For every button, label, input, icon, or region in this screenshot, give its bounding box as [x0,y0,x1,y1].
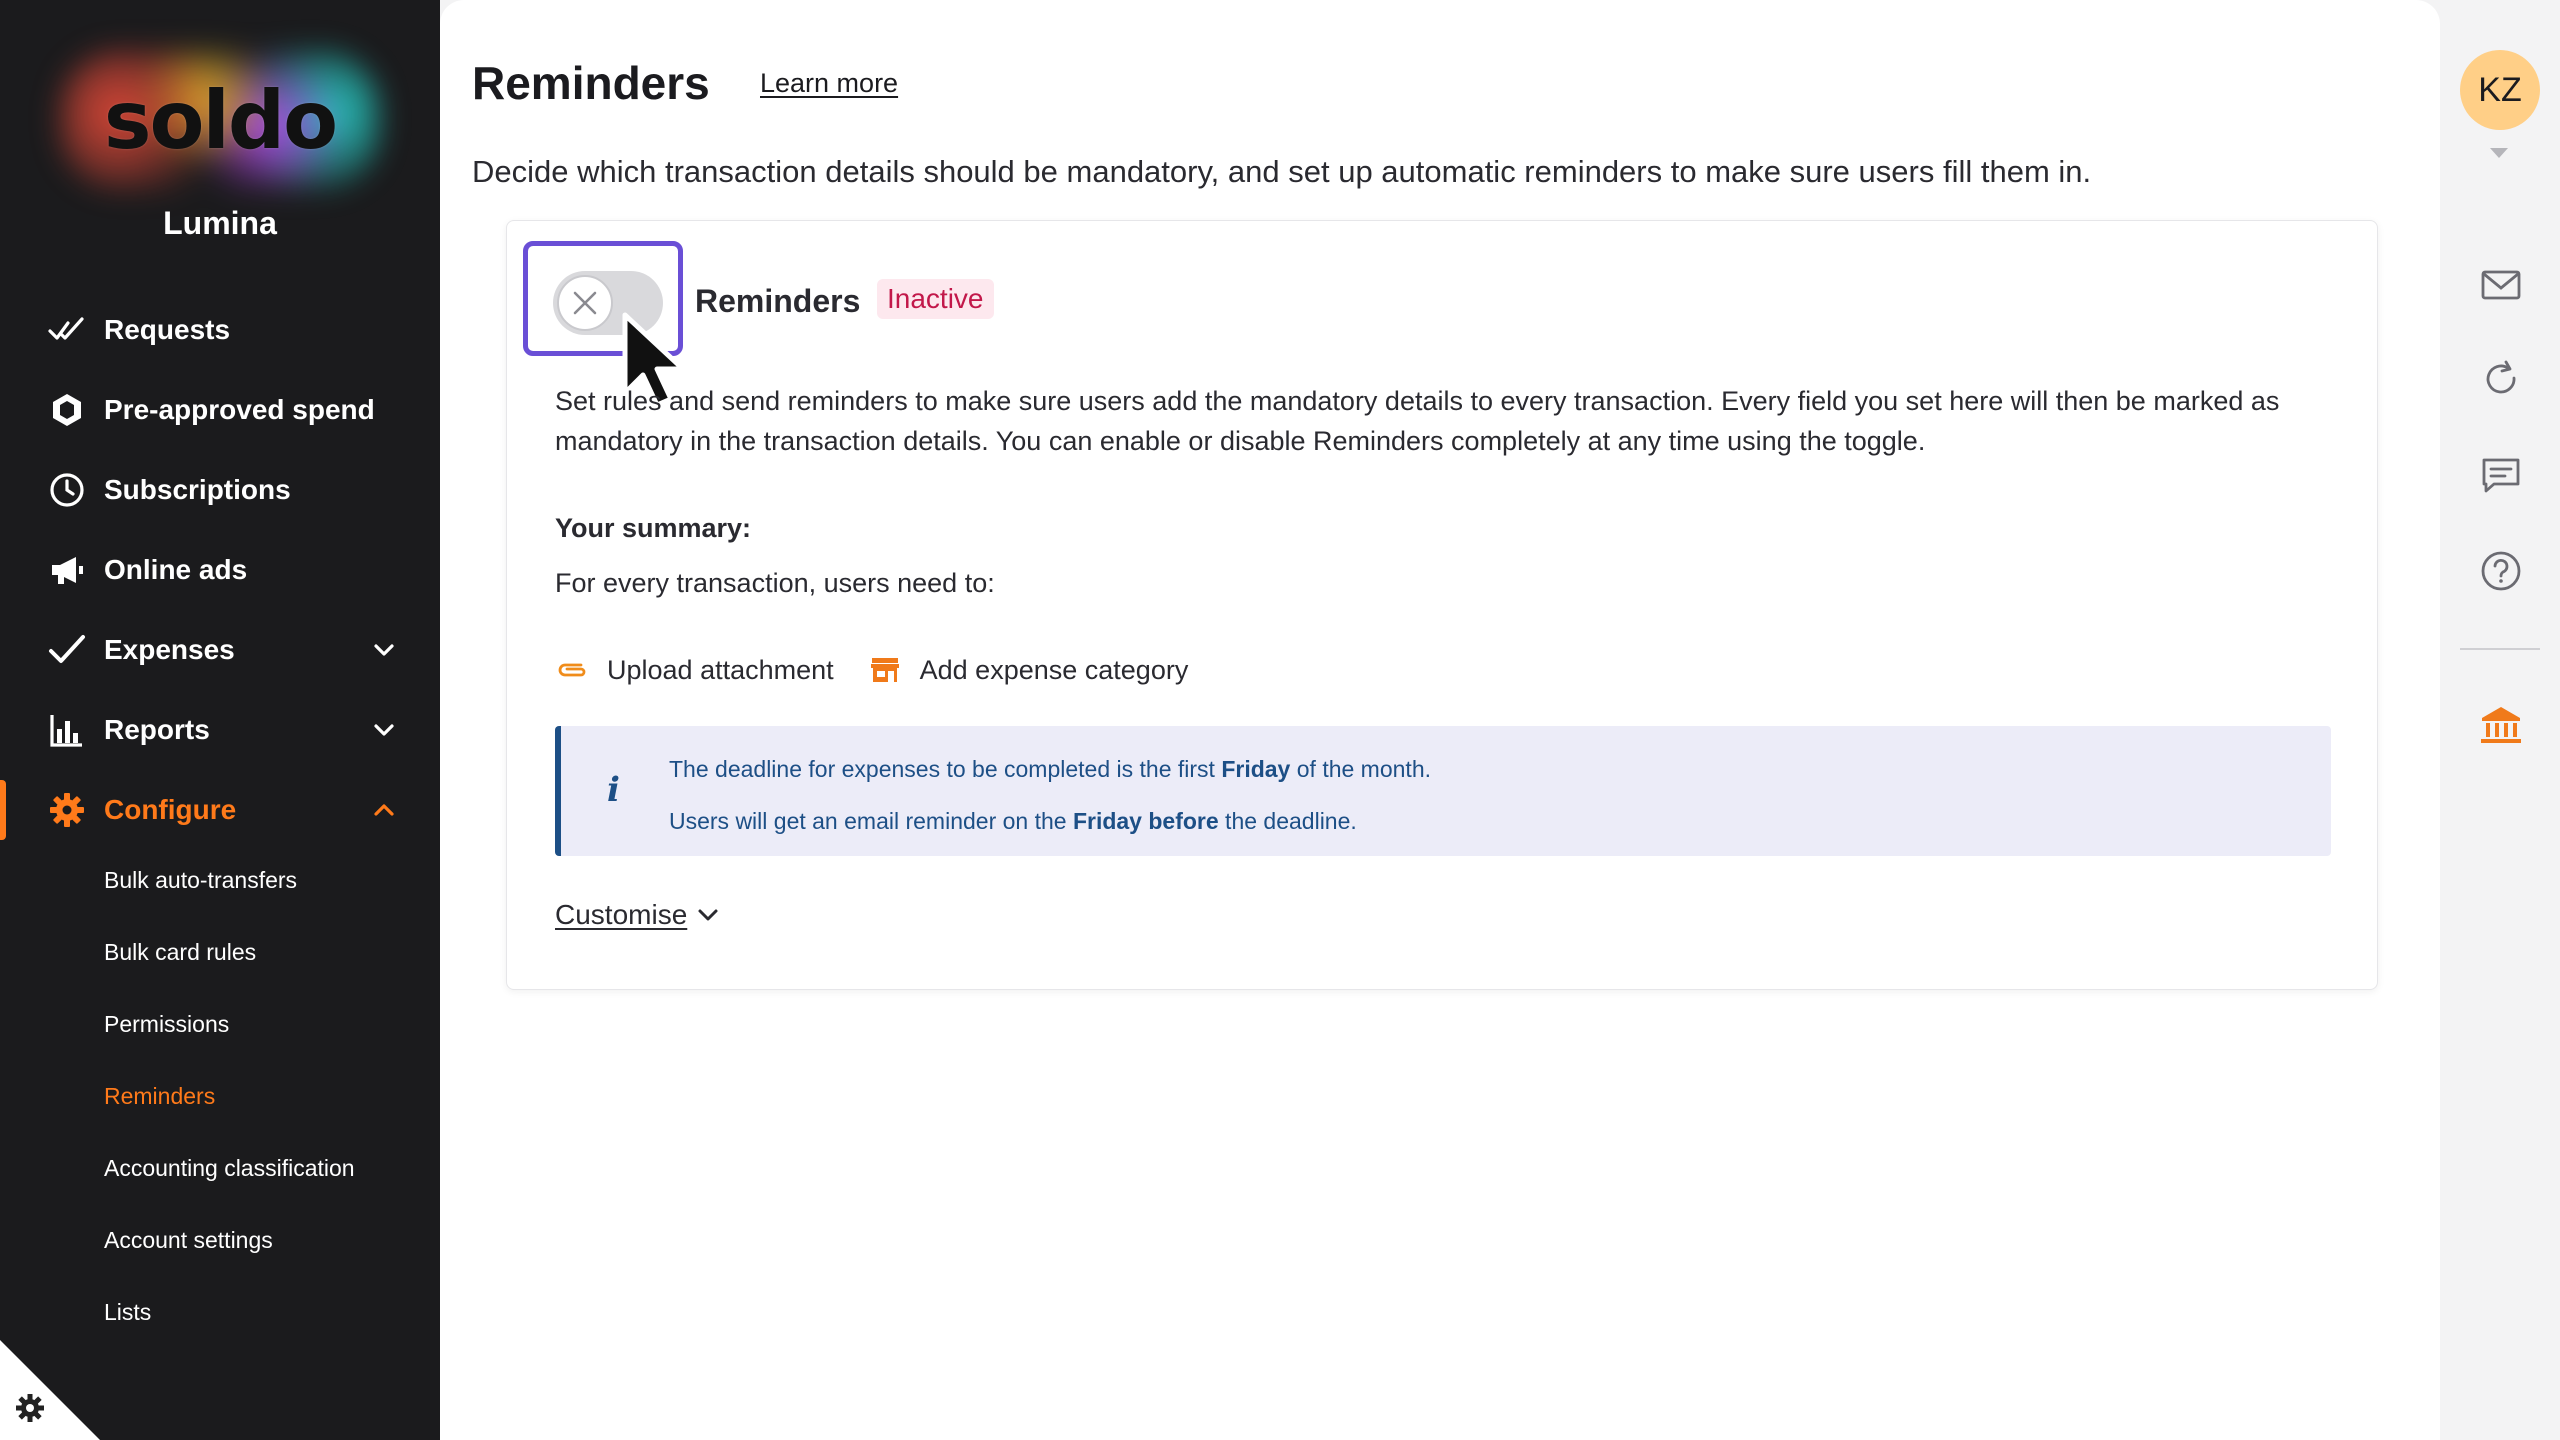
bar-chart-icon [48,711,86,749]
settings-gear-icon[interactable] [14,1392,46,1424]
card-title: Reminders [695,283,861,319]
sub-nav-bulk-auto-transfers[interactable]: Bulk auto-transfers [0,844,440,916]
organization-name: Lumina [163,205,277,241]
nav-label: Pre-approved spend [104,394,375,425]
sidebar-corner [0,1340,100,1440]
customise-toggle[interactable]: Customise [555,899,721,931]
info-text: of the month. [1290,756,1431,782]
toggle-knob [557,275,613,331]
user-avatar[interactable]: KZ [2460,50,2540,130]
sub-nav-permissions[interactable]: Permissions [0,988,440,1060]
requirement-label: Add expense category [919,654,1189,685]
deadline-info-box: i The deadline for expenses to be comple… [555,726,2331,856]
reminders-card: Reminders Inactive Set rules and send re… [506,220,2378,990]
check-icon [48,631,86,669]
info-text: the deadline. [1218,808,1357,834]
gear-icon [48,791,86,829]
bank-icon[interactable] [2478,702,2524,748]
info-icon: i [607,770,620,810]
nav-item-reports[interactable]: Reports [0,690,440,770]
main-content: Reminders Learn more Decide which transa… [440,0,2440,1440]
chat-icon[interactable] [2478,452,2524,498]
customise-label: Customise [555,899,688,930]
nav-item-online-ads[interactable]: Online ads [0,530,440,610]
nav-label: Expenses [104,634,235,665]
close-icon [573,291,597,315]
summary-subtitle: For every transaction, users need to: [555,568,995,598]
sub-nav-account-settings[interactable]: Account settings [0,1204,440,1276]
hexagon-icon [48,391,86,429]
info-line-reminder: Users will get an email reminder on the … [669,808,1357,835]
rail-divider [2460,648,2540,650]
nav-label: Subscriptions [104,474,291,505]
nav-item-requests[interactable]: Requests [0,290,440,370]
requirement-upload-attachment: Upload attachment [555,653,834,687]
card-description: Set rules and send reminders to make sur… [555,386,2280,456]
right-rail: KZ [2440,0,2560,1440]
soldo-logo[interactable]: soldo [60,50,380,190]
sidebar: soldo Lumina Requests Pre-approved spend… [0,0,440,1440]
info-line-deadline: The deadline for expenses to be complete… [669,756,1431,783]
learn-more-link[interactable]: Learn more [760,68,898,99]
sub-nav-lists[interactable]: Lists [0,1276,440,1348]
double-check-icon [48,311,86,349]
info-text: The deadline for expenses to be complete… [669,756,1222,782]
info-text: Users will get an email reminder on the [669,808,1073,834]
configure-sub-nav: Bulk auto-transfers Bulk card rules Perm… [0,844,440,1348]
nav-item-configure[interactable]: Configure [0,770,440,850]
paperclip-icon [555,653,589,687]
info-bold-day: Friday [1221,756,1291,782]
mail-icon[interactable] [2478,262,2524,308]
chevron-down-icon[interactable] [370,636,398,664]
logo-text: soldo [103,73,338,167]
status-badge: Inactive [877,279,994,319]
main-nav: Requests Pre-approved spend Subscription… [0,290,440,850]
chevron-down-icon[interactable] [370,716,398,744]
megaphone-icon [48,551,86,589]
nav-label: Online ads [104,554,248,585]
nav-label: Reports [104,714,210,745]
chevron-up-icon[interactable] [370,796,398,824]
chevron-down-icon [698,909,718,921]
store-icon [868,653,902,687]
nav-label: Requests [104,314,231,345]
nav-item-subscriptions[interactable]: Subscriptions [0,450,440,530]
help-icon[interactable] [2478,548,2524,594]
info-bold-when: Friday before [1072,808,1219,834]
clock-icon [48,471,86,509]
requirement-label: Upload attachment [607,654,834,685]
nav-item-pre-approved-spend[interactable]: Pre-approved spend [0,370,440,450]
sub-nav-reminders[interactable]: Reminders [0,1060,440,1132]
requirement-add-expense-category: Add expense category [868,653,1189,687]
caret-down-icon[interactable] [2488,146,2510,160]
page-title: Reminders [472,57,710,109]
sub-nav-bulk-card-rules[interactable]: Bulk card rules [0,916,440,988]
nav-label: Configure [104,794,237,825]
requirements-list: Upload attachment Add expense category [555,653,1222,687]
summary-title: Your summary: [555,513,752,543]
sub-nav-accounting-classification[interactable]: Accounting classification [0,1132,440,1204]
page-description: Decide which transaction details should … [472,154,2092,189]
refresh-icon[interactable] [2478,356,2524,402]
nav-item-expenses[interactable]: Expenses [0,610,440,690]
